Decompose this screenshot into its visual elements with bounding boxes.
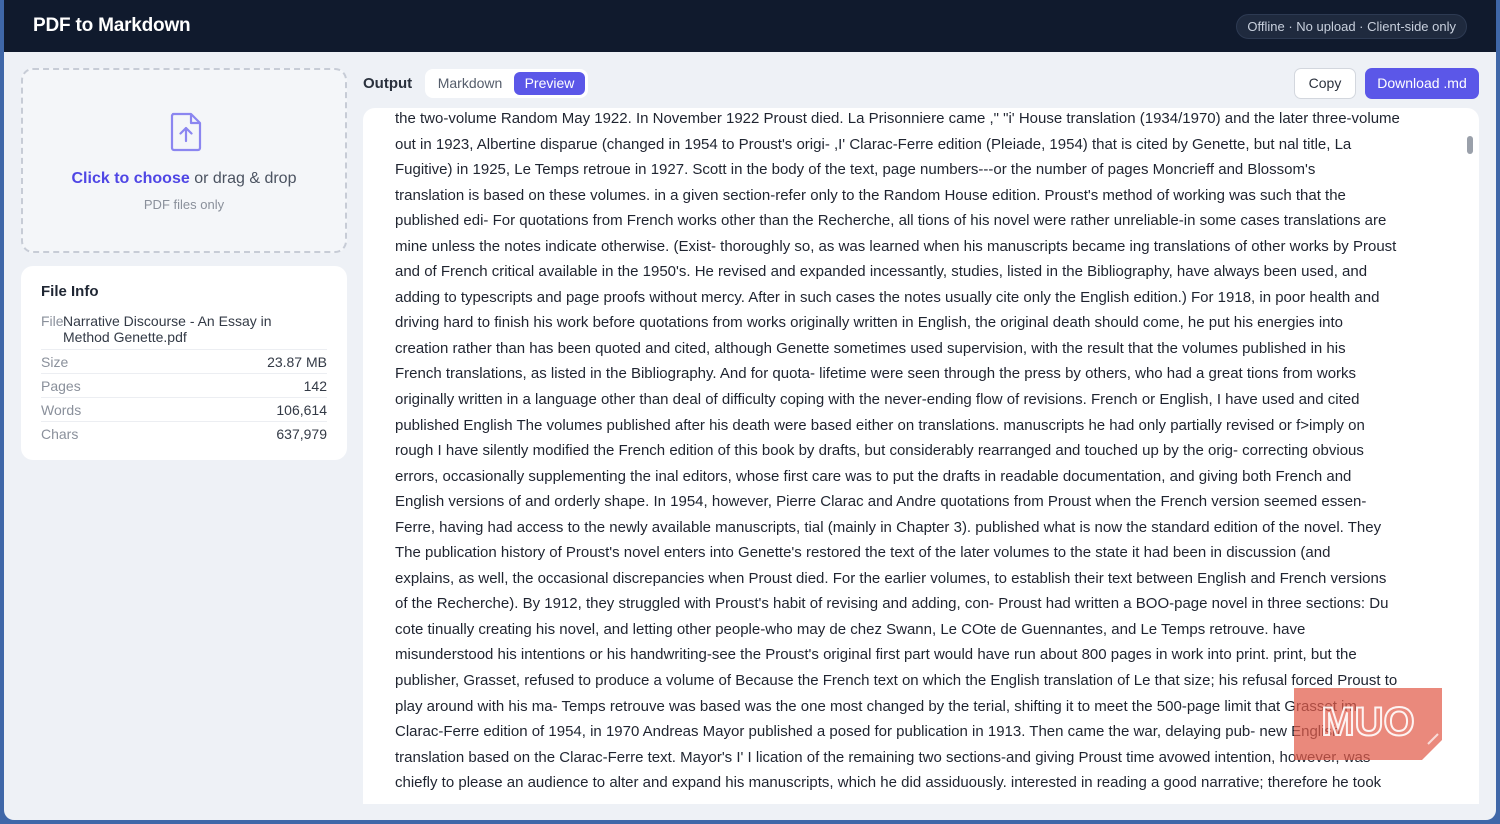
app-title: PDF to Markdown xyxy=(33,15,191,36)
preview-line: creation rather than has been quoted and… xyxy=(395,339,1346,357)
copy-button[interactable]: Copy xyxy=(1294,68,1356,99)
preview-line: driving hard to finish his work before q… xyxy=(395,314,1344,332)
preview-line: French translations, as listed in the Bi… xyxy=(395,365,1357,383)
file-dropzone[interactable]: Click to choose or drag & drop PDF files… xyxy=(21,68,347,253)
dropzone-text: Click to choose or drag & drop xyxy=(23,170,345,188)
preview-line: errors, occasionally supplementing the i… xyxy=(395,467,1352,485)
preview-line: publisher, Grasset, refused to produce a… xyxy=(395,672,1398,690)
preview-line: of the Recherche). By 1912, they struggl… xyxy=(395,595,1389,613)
preview-line: and of French critical available in the … xyxy=(395,263,1368,281)
file-info-card: File Info File Narrative Discourse - An … xyxy=(21,266,347,460)
preview-line: misunderstood his intentions or his hand… xyxy=(395,646,1357,664)
app-window: PDF to Markdown Offline · No upload · Cl… xyxy=(4,0,1496,820)
stat-value: 106,614 xyxy=(276,402,327,418)
view-toggle: Markdown Preview xyxy=(425,69,588,98)
preview-line: originally written in a language other t… xyxy=(395,391,1360,409)
stat-row-size: Size 23.87 MB xyxy=(41,349,327,373)
top-bar: PDF to Markdown Offline · No upload · Cl… xyxy=(4,0,1496,52)
preview-scrollbar[interactable] xyxy=(1467,136,1473,154)
preview-line: chiefly to please an audience to alter a… xyxy=(395,774,1382,792)
preview-line: play around with his ma- Temps retrouve … xyxy=(395,697,1362,715)
preview-line: explains, as well, the occasional discre… xyxy=(395,569,1387,587)
stat-value: 142 xyxy=(303,378,327,394)
preview-text: the two-volume Random May 1922. In Novem… xyxy=(395,108,1439,796)
preview-line: Ferre, having had access to the newly av… xyxy=(395,518,1382,536)
preview-line: published English The volumes published … xyxy=(395,416,1365,434)
status-badge: Offline · No upload · Client-side only xyxy=(1236,14,1467,39)
stat-row-pages: Pages 142 xyxy=(41,373,327,397)
preview-line: rough I have silently modified the Frenc… xyxy=(395,442,1364,460)
stat-label: Words xyxy=(41,402,82,418)
preview-line: English versions of and orderly shape. I… xyxy=(395,493,1367,511)
stat-value: 23.87 MB xyxy=(267,354,327,370)
stat-row-words: Words 106,614 xyxy=(41,397,327,421)
dropzone-hint: PDF files only xyxy=(143,197,225,212)
stat-label: Pages xyxy=(41,378,81,394)
preview-line: cote tinually creating his novel, and le… xyxy=(395,620,1306,638)
preview-line: translation is based on these volumes. i… xyxy=(395,186,1346,204)
output-label: Output xyxy=(363,75,413,92)
preview-line: Clarac-Ferre edition of 1954, in 1970 An… xyxy=(395,723,1341,741)
upload-file-icon xyxy=(170,112,202,152)
preview-line: Fugitive) in 1925, Le Temps retroue in 1… xyxy=(395,161,1316,179)
preview-line: mine unless the notes indicate otherwise… xyxy=(395,237,1397,255)
drag-drop-text: or drag & drop xyxy=(189,170,297,187)
file-name: Narrative Discourse - An Essay in Method… xyxy=(63,313,272,345)
file-label: File xyxy=(41,313,64,329)
preview-line: published edi- For quotations from Frenc… xyxy=(395,212,1387,230)
choose-file-link[interactable]: Click to choose xyxy=(72,170,190,187)
download-md-button[interactable]: Download .md xyxy=(1365,68,1479,99)
file-info-title: File Info xyxy=(41,283,99,300)
preview-panel[interactable]: the two-volume Random May 1922. In Novem… xyxy=(363,108,1479,804)
stat-label: Chars xyxy=(41,426,79,442)
preview-line: the two-volume Random May 1922. In Novem… xyxy=(395,110,1400,127)
preview-line: adding to typescripts and page proofs wi… xyxy=(395,288,1380,306)
preview-line: out in 1923, Albertine disparue (changed… xyxy=(395,135,1352,153)
stat-label: Size xyxy=(41,354,69,370)
stat-value: 637,979 xyxy=(276,426,327,442)
stat-row-chars: Chars 637,979 xyxy=(41,421,327,445)
preview-line: translation based on the Clarac-Ferre te… xyxy=(395,748,1371,766)
tab-markdown[interactable]: Markdown xyxy=(428,72,512,95)
preview-line: The publication history of Proust's nove… xyxy=(395,544,1331,562)
tab-preview[interactable]: Preview xyxy=(514,72,585,95)
